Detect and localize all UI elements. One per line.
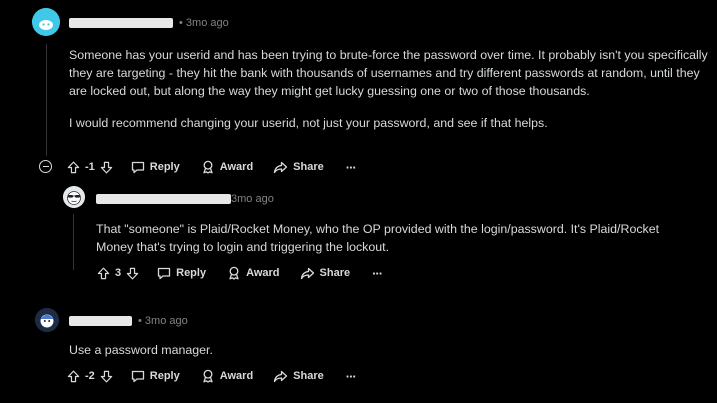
- comment-meta: • 3mo ago: [179, 17, 229, 29]
- downvote-icon: [126, 267, 139, 279]
- more-options-button[interactable]: ···: [346, 369, 357, 384]
- upvote-button[interactable]: [67, 370, 80, 383]
- share-label: Share: [319, 267, 351, 279]
- avatar-icon: [63, 186, 85, 208]
- thread-line[interactable]: [46, 44, 47, 156]
- comment-body: That "someone" is Plaid/Rocket Money, wh…: [96, 220, 696, 256]
- share-icon: [274, 370, 288, 382]
- avatar-icon: [35, 308, 59, 332]
- vote-score: 3: [115, 267, 122, 279]
- avatar[interactable]: [32, 8, 60, 36]
- comment-time: 3mo ago: [185, 17, 229, 29]
- comment-body: Use a password manager.: [69, 341, 669, 359]
- award-button[interactable]: Award: [201, 369, 253, 383]
- comment-paragraph: That "someone" is Plaid/Rocket Money, wh…: [96, 222, 660, 254]
- username-redacted[interactable]: [69, 18, 173, 28]
- share-label: Share: [293, 161, 324, 173]
- share-button[interactable]: Share: [273, 370, 324, 383]
- share-button[interactable]: Share: [300, 267, 351, 280]
- meta-separator: •: [138, 315, 142, 327]
- upvote-icon: [97, 267, 110, 279]
- comment-time: 3mo ago: [144, 315, 188, 327]
- award-label: Award: [246, 267, 280, 279]
- share-button[interactable]: Share: [273, 161, 324, 174]
- share-icon: [274, 161, 288, 173]
- share-label: Share: [293, 370, 324, 382]
- reply-label: Reply: [149, 161, 180, 173]
- reply-button[interactable]: Reply: [131, 161, 180, 174]
- more-options-button[interactable]: ···: [346, 160, 357, 175]
- vote-score: -2: [85, 370, 95, 382]
- award-button[interactable]: Award: [201, 160, 253, 174]
- reply-label: Reply: [176, 267, 207, 279]
- comment-actions: -2 Reply Award Share ···: [67, 366, 357, 386]
- award-button[interactable]: Award: [227, 266, 280, 280]
- downvote-icon: [100, 161, 112, 173]
- comment-meta: • 3mo ago: [138, 315, 188, 327]
- reply-icon: [157, 267, 171, 279]
- award-icon: [203, 369, 213, 383]
- upvote-icon: [67, 161, 80, 173]
- username-redacted[interactable]: [69, 316, 132, 326]
- upvote-button[interactable]: [67, 161, 80, 174]
- downvote-button[interactable]: [100, 370, 113, 383]
- reply-icon: [131, 370, 144, 382]
- award-label: Award: [219, 161, 254, 173]
- downvote-button[interactable]: [100, 161, 113, 174]
- vote-score: -1: [85, 161, 95, 173]
- award-icon: [203, 160, 213, 174]
- comment-actions: 3 Reply Award Share ···: [97, 263, 383, 283]
- share-icon: [300, 267, 314, 279]
- thread-line[interactable]: [73, 214, 74, 270]
- comment-paragraph: I would recommend changing your userid, …: [69, 116, 548, 130]
- downvote-button[interactable]: [126, 267, 139, 280]
- award-icon: [229, 266, 239, 280]
- reply-label: Reply: [149, 370, 180, 382]
- avatar[interactable]: [63, 186, 85, 208]
- comment-paragraph: Someone has your userid and has been try…: [69, 48, 708, 98]
- comment-body: Someone has your userid and has been try…: [69, 46, 709, 132]
- upvote-button[interactable]: [97, 267, 110, 280]
- reply-button[interactable]: Reply: [131, 370, 180, 383]
- more-options-button[interactable]: ···: [372, 266, 383, 281]
- comment-thread: • 3mo ago Someone has your userid and ha…: [0, 0, 717, 403]
- award-label: Award: [219, 370, 254, 382]
- comment-meta: 3mo ago: [231, 193, 274, 205]
- meta-separator: •: [179, 17, 183, 29]
- reply-button[interactable]: Reply: [157, 267, 206, 280]
- collapse-thread-button[interactable]: [39, 160, 52, 173]
- username-redacted[interactable]: [96, 194, 231, 204]
- avatar[interactable]: [35, 308, 59, 332]
- comment-paragraph: Use a password manager.: [69, 343, 213, 357]
- comment-time: 3mo ago: [231, 193, 274, 205]
- avatar-icon: [32, 8, 60, 36]
- reply-icon: [131, 161, 144, 173]
- downvote-icon: [100, 370, 112, 382]
- upvote-icon: [67, 370, 80, 382]
- comment-actions: -1 Reply Award Share ···: [67, 157, 357, 177]
